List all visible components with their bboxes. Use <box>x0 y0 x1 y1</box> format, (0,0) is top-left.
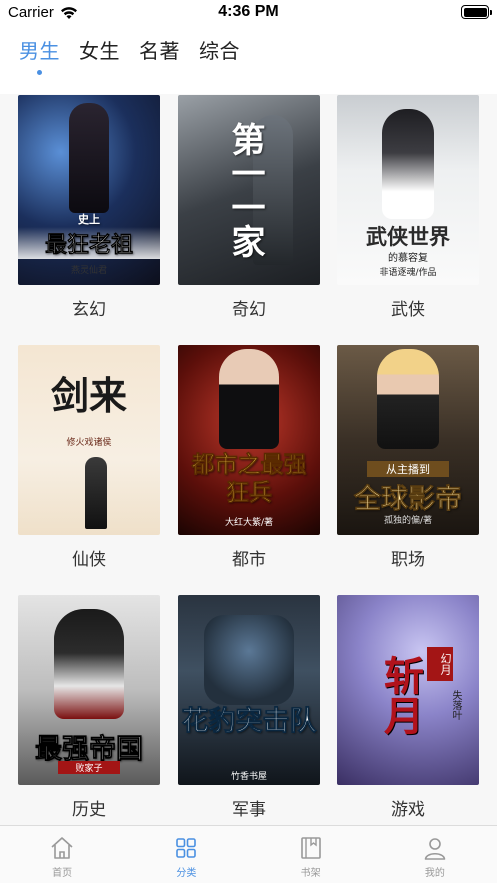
book-cover[interactable]: 花豹突击队 竹香书屋 <box>178 595 320 785</box>
cover-figure <box>54 609 124 719</box>
tabbar-profile-label: 我的 <box>424 868 445 879</box>
tabbar-profile[interactable]: 我的 <box>373 826 497 883</box>
active-tab-indicator <box>37 70 42 75</box>
tab-general[interactable]: 综合 <box>199 36 240 66</box>
category-label[interactable]: 奇幻 <box>178 295 320 320</box>
category-label[interactable]: 职场 <box>337 545 479 570</box>
status-bar: Carrier 4:36 PM <box>0 0 497 26</box>
tabbar-category-label: 分类 <box>176 868 197 879</box>
cover-author: 失落叶 <box>450 690 461 720</box>
category-grid: 史上 最狂老祖 燕灵仙君 玄幻 第一一家 奇幻 武侠世界 的慕容复 非语逐魂/作… <box>0 94 497 825</box>
profile-icon <box>424 838 446 860</box>
cover-figure <box>85 457 107 529</box>
tab-male[interactable]: 男生 <box>19 36 60 66</box>
cover-author: 燕灵仙君 <box>70 266 107 276</box>
category-label[interactable]: 历史 <box>18 795 160 820</box>
tabbar-home[interactable]: 首页 <box>0 826 124 883</box>
category-item[interactable]: 史上 最狂老祖 燕灵仙君 玄幻 <box>18 95 160 320</box>
book-cover[interactable]: 第一一家 <box>178 95 320 285</box>
category-label[interactable]: 仙侠 <box>18 545 160 570</box>
cover-subtitle: 史上 <box>78 213 100 226</box>
home-icon <box>51 837 73 859</box>
book-cover[interactable]: 史上 最狂老祖 燕灵仙君 <box>18 95 160 285</box>
cover-figure <box>382 109 434 219</box>
category-item[interactable]: 花豹突击队 竹香书屋 军事 <box>178 595 320 820</box>
cover-subtitle: 幻月 <box>427 647 453 681</box>
tabbar-category[interactable]: 分类 <box>124 826 248 883</box>
cover-title: 斩月 <box>377 655 424 735</box>
category-label[interactable]: 军事 <box>178 795 320 820</box>
cover-author: 竹香书屋 <box>230 772 267 782</box>
category-grid-icon <box>176 838 197 858</box>
cover-title: 最狂老祖 <box>18 227 160 259</box>
category-item[interactable]: 从主播到 全球影帝 孤独的偏/著 职场 <box>337 345 479 570</box>
bottom-tab-bar: 首页 分类 书架 我的 <box>0 825 497 883</box>
tabbar-home-label: 首页 <box>52 868 73 879</box>
category-label[interactable]: 游戏 <box>337 795 479 820</box>
category-item[interactable]: 第一一家 奇幻 <box>178 95 320 320</box>
cover-title: 都市之最强狂兵 <box>191 451 307 507</box>
cover-title: 全球影帝 <box>354 484 463 516</box>
cover-title: 第一一家 <box>225 122 265 258</box>
category-item[interactable]: 武侠世界 的慕容复 非语逐魂/作品 武侠 <box>337 95 479 320</box>
category-item[interactable]: 斩月 幻月 失落叶 游戏 <box>337 595 479 820</box>
category-item[interactable]: 剑来 修火戏诸侯 仙侠 <box>18 345 160 570</box>
cover-subtitle: 的慕容复 <box>388 253 428 264</box>
book-cover[interactable]: 武侠世界 的慕容复 非语逐魂/作品 <box>337 95 479 285</box>
cover-figure <box>204 615 294 705</box>
tab-female[interactable]: 女生 <box>79 36 120 66</box>
category-label[interactable]: 玄幻 <box>18 295 160 320</box>
category-tabs: 男生 女生 名著 综合 <box>19 36 240 66</box>
category-label[interactable]: 武侠 <box>337 295 479 320</box>
cover-title: 剑来 <box>50 373 127 418</box>
cover-author: 孤独的偏/著 <box>383 516 433 526</box>
cover-figure <box>377 349 439 449</box>
cover-title: 武侠世界 <box>366 224 450 249</box>
book-cover[interactable]: 剑来 修火戏诸侯 <box>18 345 160 535</box>
category-item[interactable]: 最强帝国 败家子 历史 <box>18 595 160 820</box>
battery-icon <box>461 5 492 19</box>
cover-author: 修火戏诸侯 <box>66 438 112 448</box>
bookshelf-icon <box>300 837 321 859</box>
tab-classics[interactable]: 名著 <box>139 36 180 66</box>
book-cover[interactable]: 从主播到 全球影帝 孤独的偏/著 <box>337 345 479 535</box>
book-cover[interactable]: 最强帝国 败家子 <box>18 595 160 785</box>
status-time: 4:36 PM <box>218 3 279 20</box>
tabbar-bookshelf[interactable]: 书架 <box>249 826 373 883</box>
cover-figure <box>69 103 109 213</box>
book-cover[interactable]: 斩月 幻月 失落叶 <box>337 595 479 785</box>
book-cover[interactable]: 都市之最强狂兵 大红大紫/著 <box>178 345 320 535</box>
cover-author: 大红大紫/著 <box>224 518 274 528</box>
cover-subtitle: 从主播到 <box>367 461 449 477</box>
cover-author: 非语逐魂/作品 <box>379 268 437 278</box>
cover-author: 败家子 <box>58 761 120 774</box>
tabbar-bookshelf-label: 书架 <box>300 868 321 879</box>
category-label[interactable]: 都市 <box>178 545 320 570</box>
cover-figure <box>219 349 279 449</box>
category-item[interactable]: 都市之最强狂兵 大红大紫/著 都市 <box>178 345 320 570</box>
cover-title: 花豹突击队 <box>181 706 317 737</box>
